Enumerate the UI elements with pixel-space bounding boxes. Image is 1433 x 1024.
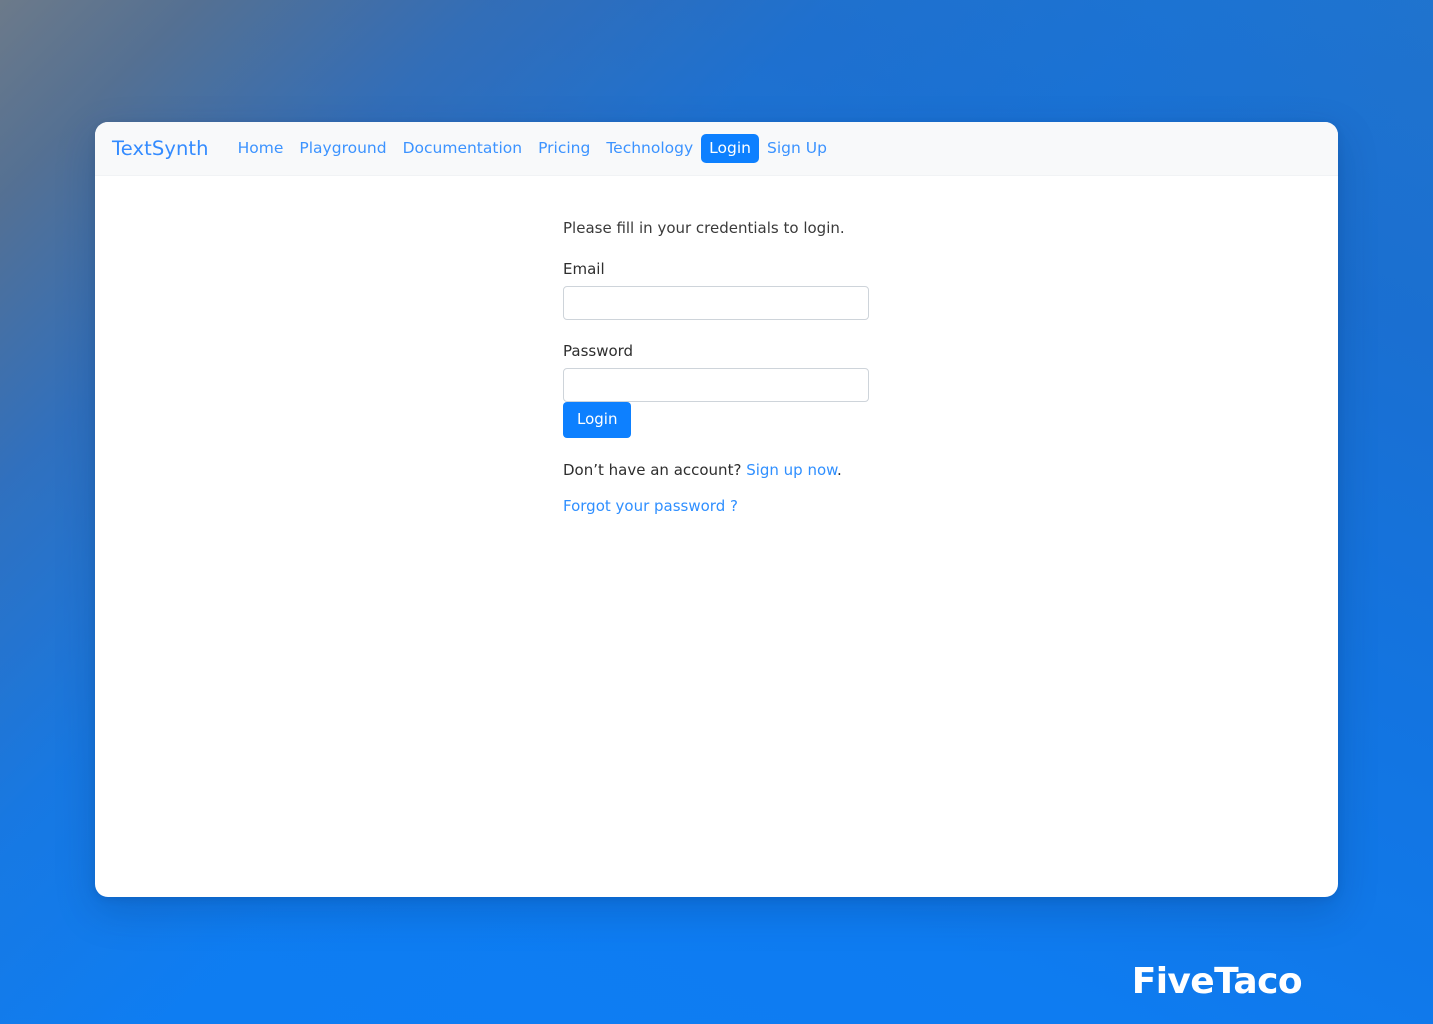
signup-now-link[interactable]: Sign up now — [746, 461, 837, 479]
nav-item-login[interactable]: Login — [701, 133, 759, 164]
signup-prompt-suffix: . — [837, 461, 842, 479]
signup-prompt: Don’t have an account? Sign up now. — [563, 460, 869, 481]
brand-textsynth[interactable]: TextSynth — [112, 139, 209, 159]
nav-item-playground[interactable]: Playground — [291, 134, 394, 164]
login-form: Please fill in your credentials to login… — [563, 218, 869, 517]
nav-item-documentation[interactable]: Documentation — [395, 134, 531, 164]
nav-item-pricing[interactable]: Pricing — [530, 134, 598, 164]
nav-item-technology[interactable]: Technology — [598, 134, 701, 164]
forgot-password-line: Forgot your password ? — [563, 496, 869, 517]
login-submit-button[interactable]: Login — [563, 402, 632, 438]
login-instructions: Please fill in your credentials to login… — [563, 219, 845, 237]
email-label: Email — [563, 260, 605, 278]
forgot-password-link[interactable]: Forgot your password ? — [563, 497, 738, 515]
main-content: Please fill in your credentials to login… — [95, 176, 1338, 517]
signup-prompt-text: Don’t have an account? — [563, 461, 747, 479]
email-input[interactable] — [563, 286, 869, 320]
nav-item-home[interactable]: Home — [230, 134, 292, 164]
password-input[interactable] — [563, 368, 869, 402]
nav-links: Home Playground Documentation Pricing Te… — [230, 133, 835, 164]
navbar: TextSynth Home Playground Documentation … — [95, 122, 1338, 176]
page-card: TextSynth Home Playground Documentation … — [95, 122, 1338, 897]
fivetaco-watermark: FiveTaco — [1131, 961, 1303, 1002]
nav-item-signup[interactable]: Sign Up — [759, 134, 835, 164]
password-label: Password — [563, 342, 634, 360]
